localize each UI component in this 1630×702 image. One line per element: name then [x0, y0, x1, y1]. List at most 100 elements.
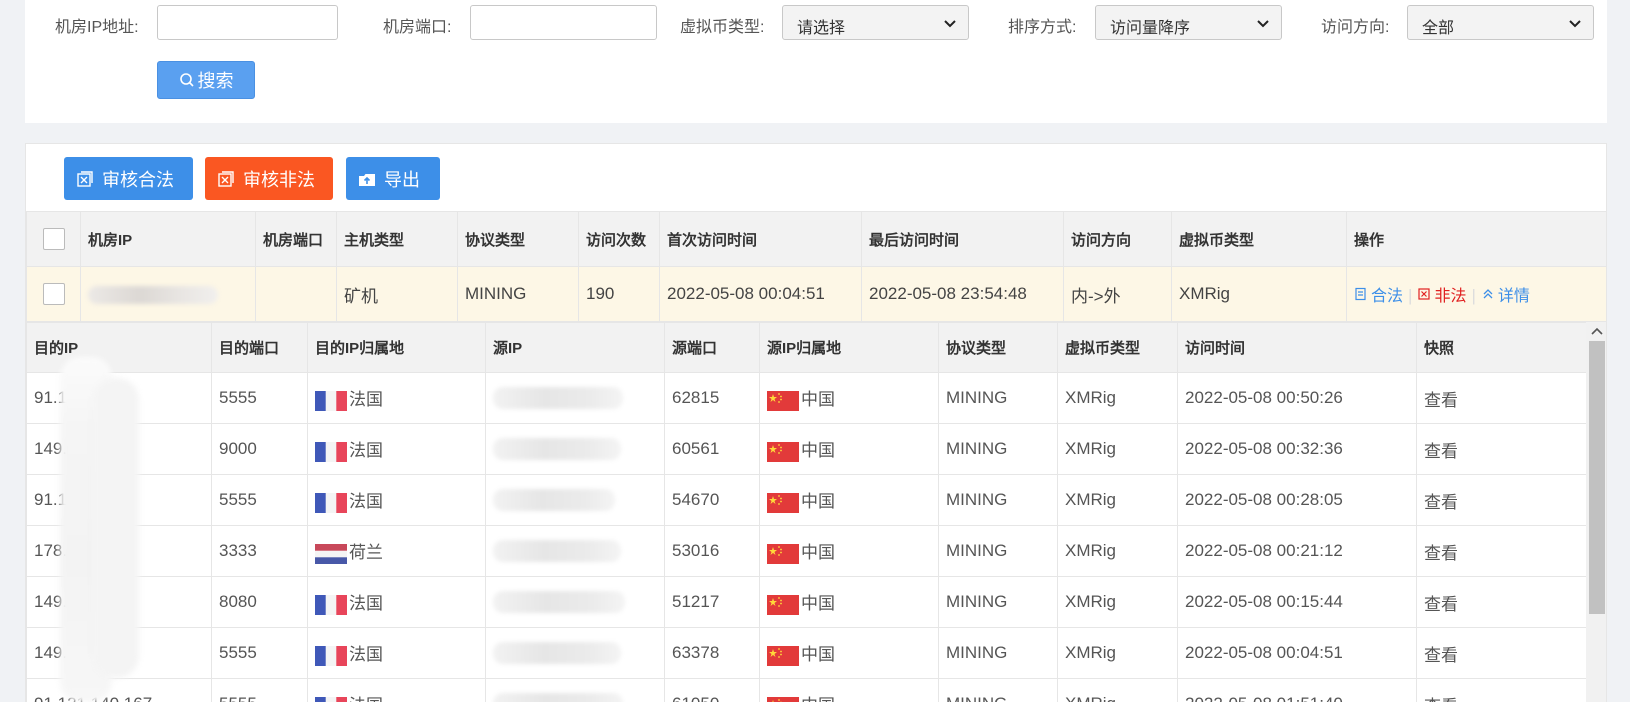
- protocol-cell: MINING: [938, 627, 1058, 679]
- flag-icon: [315, 543, 349, 564]
- row-checkbox[interactable]: [42, 283, 65, 305]
- room-port-label: 机房端口:: [383, 19, 452, 36]
- protocol-cell: MINING: [938, 576, 1058, 628]
- coin-type-select[interactable]: 请选择: [782, 5, 969, 40]
- src-ip-cell: [485, 576, 665, 628]
- dst-location-cell: 法国: [307, 474, 486, 526]
- col-actions: 操作: [1346, 211, 1606, 267]
- col-dst-port[interactable]: 目的端口: [211, 322, 308, 373]
- table-row[interactable]: 178.1 1343333荷兰53016中国MININGXMRig2022-05…: [26, 525, 1587, 577]
- snapshot-link[interactable]: 查看: [1416, 678, 1587, 702]
- col-protocol[interactable]: 协议类型: [457, 211, 579, 267]
- col-host-type[interactable]: 主机类型: [336, 211, 458, 267]
- sort-select[interactable]: 访问量降序: [1095, 5, 1282, 40]
- direction-select[interactable]: 全部: [1407, 5, 1594, 40]
- coin-cell: XMRig: [1171, 266, 1347, 322]
- src-ip-cell: [485, 372, 665, 424]
- redacted-ip: [493, 693, 623, 702]
- table-row[interactable]: 149.2 719000法国60561中国MININGXMRig2022-05-…: [26, 423, 1587, 475]
- coin-cell: XMRig: [1057, 678, 1178, 702]
- search-button[interactable]: 搜索: [157, 61, 255, 99]
- col-protocol[interactable]: 协议类型: [938, 322, 1058, 373]
- table-row[interactable]: 91.12 675555法国54670中国MININGXMRig2022-05-…: [26, 474, 1587, 526]
- scroll-thumb[interactable]: [1589, 341, 1605, 614]
- dst-location-text: 法国: [349, 390, 383, 410]
- host-type-cell: 矿机: [336, 266, 458, 322]
- export-label: 导出: [384, 169, 420, 190]
- col-coin[interactable]: 虚拟币类型: [1057, 322, 1178, 373]
- snapshot-link[interactable]: 查看: [1416, 627, 1587, 679]
- src-ip-cell: [485, 525, 665, 577]
- col-snapshot: 快照: [1416, 322, 1587, 373]
- snapshot-link[interactable]: 查看: [1416, 525, 1587, 577]
- snapshot-link[interactable]: 查看: [1416, 576, 1587, 628]
- col-direction[interactable]: 访问方向: [1063, 211, 1172, 267]
- access-time-cell: 2022-05-08 01:51:40: [1177, 678, 1417, 702]
- src-location-cell: 中国: [759, 678, 939, 702]
- document-icon: [1355, 287, 1366, 301]
- room-ip-input[interactable]: [157, 5, 338, 40]
- src-location-text: 中国: [801, 441, 835, 461]
- flag-icon: [315, 594, 349, 615]
- access-time-cell: 2022-05-08 00:21:12: [1177, 525, 1417, 577]
- col-src-port[interactable]: 源端口: [664, 322, 760, 373]
- detail-scrollbar[interactable]: [1586, 322, 1606, 702]
- src-location-text: 中国: [801, 543, 835, 563]
- export-button[interactable]: 导出: [346, 157, 440, 200]
- chevron-double-up-icon: [1483, 289, 1493, 299]
- redacted-ip: [88, 285, 218, 304]
- direction-value: 全部: [1422, 20, 1455, 37]
- flag-icon: [767, 441, 801, 462]
- select-all-checkbox[interactable]: [42, 228, 65, 250]
- audit-illegal-label: 审核非法: [243, 169, 315, 190]
- detail-link[interactable]: 详情: [1481, 282, 1530, 306]
- col-room-ip[interactable]: 机房IP: [80, 211, 256, 267]
- room-port-cell: [255, 266, 337, 322]
- redacted-ip: [493, 438, 621, 460]
- col-first-time[interactable]: 首次访问时间: [659, 211, 862, 267]
- upload-icon: [359, 173, 375, 186]
- col-last-time[interactable]: 最后访问时间: [861, 211, 1064, 267]
- col-count[interactable]: 访问次数: [578, 211, 660, 267]
- snapshot-link[interactable]: 查看: [1416, 474, 1587, 526]
- audit-illegal-button[interactable]: 审核非法: [205, 157, 333, 200]
- legal-link[interactable]: 合法: [1354, 282, 1403, 306]
- chevron-down-icon: [944, 20, 956, 28]
- detail-table-body: 91.1 675555法国62815中国MININGXMRig2022-05-0…: [26, 372, 1587, 702]
- divider: |: [1471, 286, 1476, 305]
- col-room-port[interactable]: 机房端口: [255, 211, 337, 267]
- room-ip-cell: [80, 266, 256, 322]
- table-row[interactable]: 矿机 MINING 190 2022-05-08 00:04:51 2022-0…: [26, 266, 1606, 322]
- table-row[interactable]: 91.121.140.1675555 法国 61050 中国 MININGXMRig20…: [26, 678, 1587, 702]
- col-dst-location[interactable]: 目的IP归属地: [307, 322, 486, 373]
- audit-legal-button[interactable]: 审核合法: [64, 157, 193, 200]
- flag-icon: [315, 390, 349, 411]
- col-dst-ip[interactable]: 目的IP: [26, 322, 212, 373]
- dst-location-text: 法国: [349, 645, 383, 665]
- table-row[interactable]: 149. 1715555法国63378中国MININGXMRig2022-05-…: [26, 627, 1587, 679]
- table-row[interactable]: 91.1 675555法国62815中国MININGXMRig2022-05-0…: [26, 372, 1587, 424]
- chevron-down-icon: [1257, 20, 1269, 28]
- src-location-cell: 中国: [759, 627, 939, 679]
- col-src-location[interactable]: 源IP归属地: [759, 322, 939, 373]
- scroll-up-icon[interactable]: [1591, 326, 1603, 336]
- col-access-time[interactable]: 访问时间: [1177, 322, 1417, 373]
- access-time-cell: 2022-05-08 00:50:26: [1177, 372, 1417, 424]
- col-src-ip[interactable]: 源IP: [485, 322, 665, 373]
- src-location-text: 中国: [801, 390, 835, 410]
- illegal-link-label: 非法: [1434, 288, 1467, 305]
- table-row[interactable]: 149.2 1718080法国51217中国MININGXMRig2022-05…: [26, 576, 1587, 628]
- illegal-link[interactable]: 非法: [1417, 282, 1466, 306]
- direction-label: 访问方向:: [1321, 19, 1390, 36]
- dst-location-cell: 法国: [307, 423, 486, 475]
- dst-port-cell: 5555: [211, 627, 308, 679]
- dst-location-text: 法国: [349, 696, 383, 702]
- snapshot-link[interactable]: 查看: [1416, 372, 1587, 424]
- flag-icon: [767, 696, 801, 702]
- snapshot-link[interactable]: 查看: [1416, 423, 1587, 475]
- col-coin[interactable]: 虚拟币类型: [1171, 211, 1347, 267]
- protocol-cell: MINING: [938, 678, 1058, 702]
- src-ip-cell: [485, 678, 665, 702]
- dst-port-cell: 8080: [211, 576, 308, 628]
- room-port-input[interactable]: [470, 5, 657, 40]
